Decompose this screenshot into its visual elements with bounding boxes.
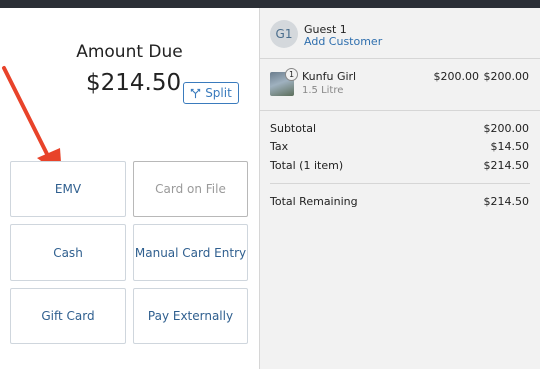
totals-divider (270, 183, 530, 184)
guest-avatar[interactable]: G1 (270, 20, 298, 48)
item-variant: 1.5 Litre (302, 85, 344, 96)
order-summary-panel (260, 8, 540, 369)
pay-method-pay-externally-button[interactable]: Pay Externally (133, 288, 248, 344)
pay-method-label: Gift Card (41, 309, 95, 323)
split-button[interactable]: Split (183, 82, 239, 104)
pay-method-label: Card on File (155, 182, 226, 196)
item-unit-price: $200.00 (433, 70, 480, 83)
items-divider (260, 110, 540, 111)
total-label: Total (1 item) (270, 159, 344, 172)
split-icon (191, 88, 201, 98)
amount-due-label: Amount Due (76, 42, 183, 62)
tax-label: Tax (270, 140, 289, 153)
total-remaining-value: $214.50 (483, 195, 530, 208)
item-line-total: $200.00 (483, 70, 530, 83)
pay-method-label: Cash (53, 245, 83, 260)
pay-method-label: Manual Card Entry (134, 245, 247, 260)
add-customer-link[interactable]: Add Customer (304, 35, 382, 48)
subtotal-label: Subtotal (270, 122, 317, 135)
guest-divider (260, 58, 540, 59)
total-value: $214.50 (483, 159, 530, 172)
pay-method-gift-card-button[interactable]: Gift Card (10, 288, 126, 344)
item-name[interactable]: Kunfu Girl (302, 70, 356, 83)
subtotal-value: $200.00 (483, 122, 530, 135)
pay-method-emv-button[interactable]: EMV (10, 161, 126, 217)
top-bar (0, 0, 540, 8)
tax-value: $14.50 (490, 140, 530, 153)
total-remaining-label: Total Remaining (270, 195, 358, 208)
split-label: Split (205, 86, 232, 100)
pay-method-label: EMV (54, 182, 82, 196)
pay-method-cash-button[interactable]: Cash (10, 224, 126, 281)
pay-method-manual-card-entry-button[interactable]: Manual Card Entry (133, 224, 248, 281)
amount-due-value: $214.50 (86, 70, 182, 96)
item-quantity-badge: 1 (285, 68, 298, 81)
pay-method-label: Pay Externally (147, 309, 234, 323)
pay-method-card-on-file-button[interactable]: Card on File (133, 161, 248, 217)
